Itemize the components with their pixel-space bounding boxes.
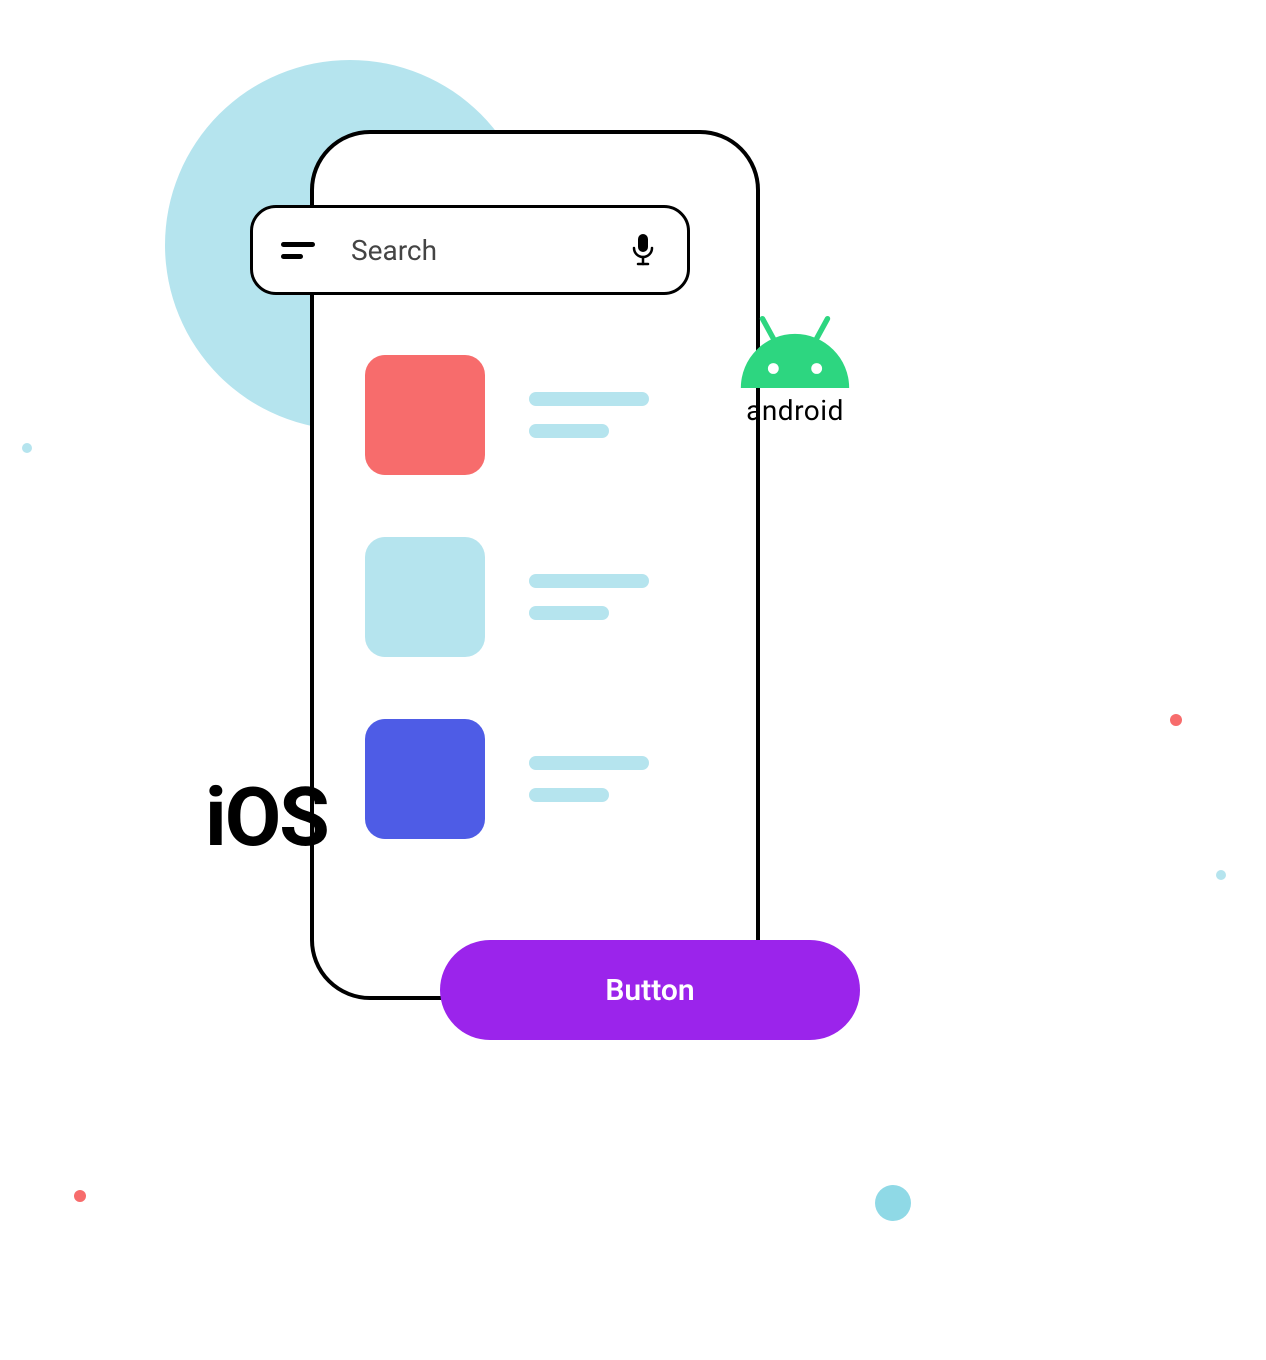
list-item[interactable] [365, 355, 649, 475]
decor-dot [1170, 714, 1182, 726]
primary-button-label: Button [605, 973, 694, 1008]
thumbnail [365, 537, 485, 657]
search-bar[interactable]: Search [250, 205, 690, 295]
search-input[interactable]: Search [351, 234, 629, 267]
list-item[interactable] [365, 537, 649, 657]
android-logo: android [720, 310, 870, 427]
android-icon [730, 310, 860, 388]
android-label: android [746, 394, 844, 427]
thumbnail [365, 355, 485, 475]
decor-dot [74, 1190, 86, 1202]
text-placeholder [529, 574, 649, 620]
text-placeholder [529, 756, 649, 802]
item-list [365, 355, 649, 839]
decor-dot [1216, 870, 1226, 880]
primary-button[interactable]: Button [440, 940, 860, 1040]
ios-label: iOS [205, 770, 328, 866]
decor-dot [875, 1185, 911, 1221]
microphone-icon[interactable] [629, 230, 657, 270]
list-item[interactable] [365, 719, 649, 839]
menu-icon[interactable] [281, 242, 315, 259]
thumbnail [365, 719, 485, 839]
decor-dot [22, 443, 32, 453]
text-placeholder [529, 392, 649, 438]
